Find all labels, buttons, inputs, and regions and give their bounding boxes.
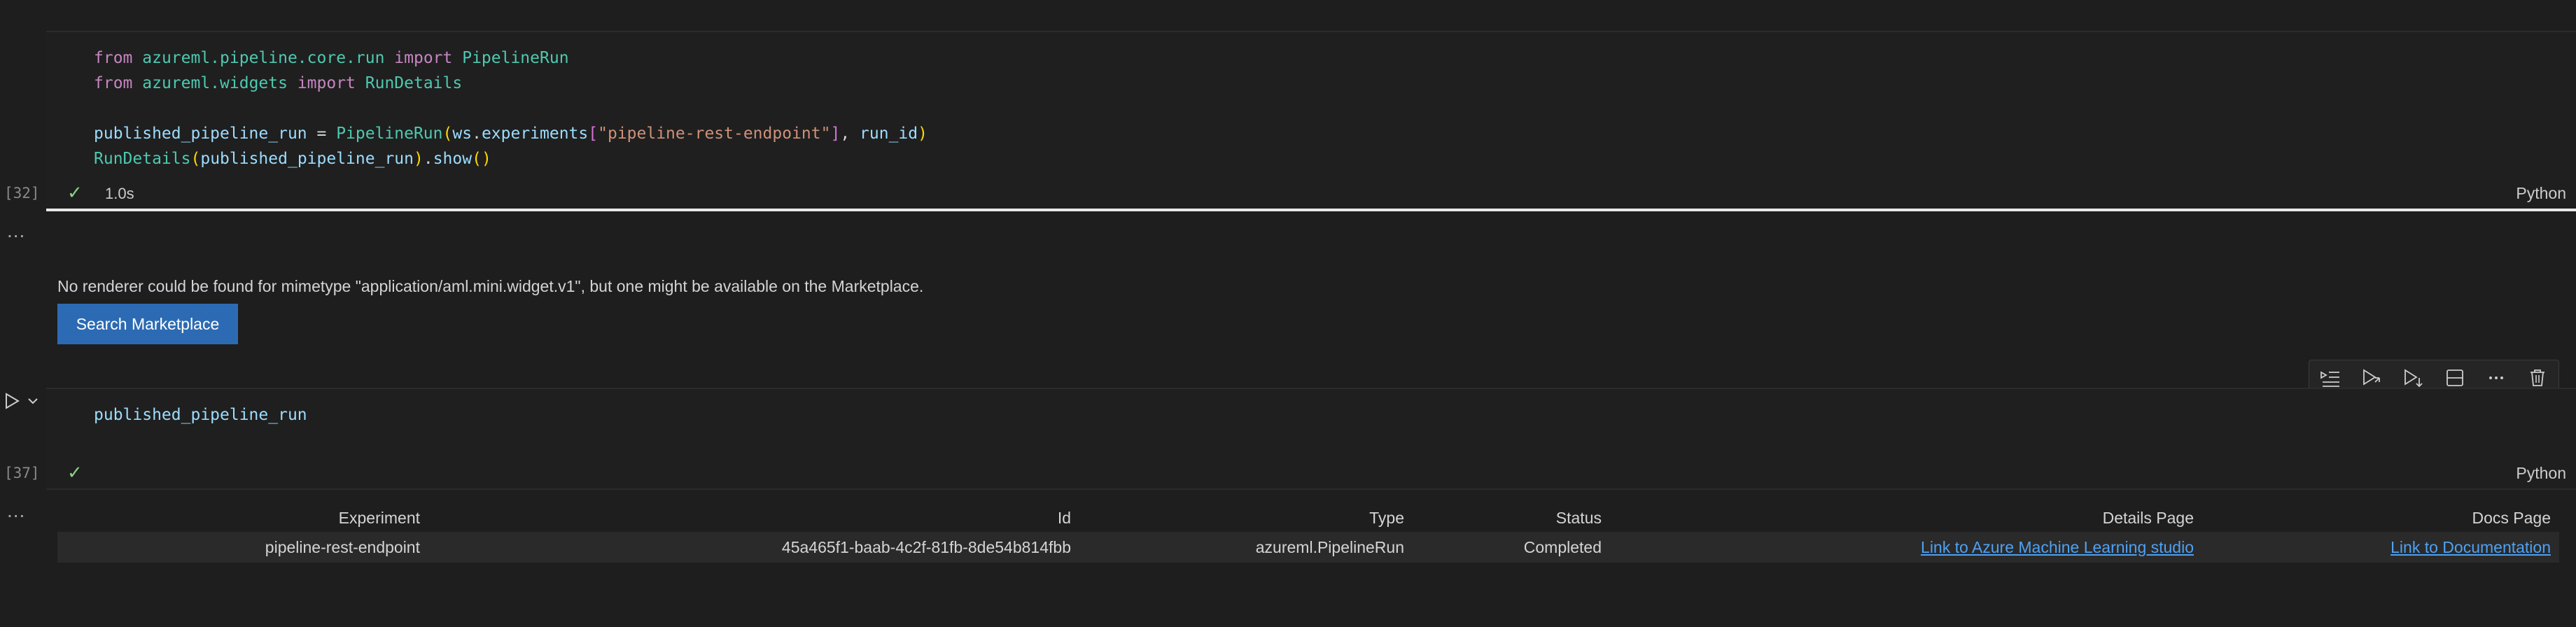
code-token: azureml.widgets (142, 74, 298, 92)
cell-1-execution-time: 1.0s (105, 185, 134, 202)
code-token: ( (190, 150, 201, 168)
output-2-more-icon[interactable]: ... (7, 500, 25, 522)
code-token: ws (452, 125, 472, 143)
code-line: from azureml.widgets import RunDetails (94, 71, 927, 96)
code-token: . (472, 125, 482, 143)
code-token: azureml.pipeline.core.run (142, 49, 395, 67)
cell-focus-indicator (46, 209, 2576, 211)
code-token: from (94, 49, 143, 67)
code-token: import (394, 49, 463, 67)
code-token: RunDetails (365, 74, 463, 92)
cell-1-code-editor[interactable]: from azureml.pipeline.core.run import Pi… (94, 45, 927, 171)
search-marketplace-button[interactable]: Search Marketplace (57, 304, 238, 344)
column-header-experiment: Experiment (338, 508, 420, 527)
code-token: [ (588, 125, 598, 143)
code-token: () (472, 150, 491, 168)
code-token: import (297, 74, 365, 92)
code-token: . (423, 150, 433, 168)
code-cell-2[interactable] (46, 388, 2576, 490)
cell-1-execution-count: [32] (4, 185, 40, 202)
code-token: run_id (860, 125, 918, 143)
cell-id: 45a465f1-baab-4c2f-81fb-8de54b814fbb (781, 537, 1071, 556)
code-token: = (307, 125, 337, 143)
cell-docs-page: Link to Documentation (2202, 532, 2559, 563)
column-header-type: Type (1369, 508, 1404, 527)
success-check-icon: ✓ (67, 182, 83, 203)
success-check-icon: ✓ (67, 462, 83, 483)
table-header-row: Experiment Id Type Status Details Page D… (57, 504, 2559, 532)
code-token: ) (918, 125, 927, 143)
code-token: PipelineRun (336, 125, 443, 143)
output-1-more-icon[interactable]: ... (7, 220, 25, 242)
code-line: published_pipeline_run = PipelineRun(ws.… (94, 121, 927, 146)
code-token: RunDetails (94, 150, 191, 168)
run-cell-icon[interactable] (3, 392, 21, 410)
table-row: pipeline-rest-endpoint 45a465f1-baab-4c2… (57, 532, 2559, 563)
code-token: published_pipeline_run (200, 150, 414, 168)
code-token: show (433, 150, 472, 168)
cell-2-code-text: published_pipeline_run (94, 406, 307, 424)
code-token: ] (830, 125, 841, 143)
cell-details-page: Link to Azure Machine Learning studio (1610, 532, 2202, 563)
cell-experiment: pipeline-rest-endpoint (265, 537, 420, 556)
pipeline-run-table: Experiment Id Type Status Details Page D… (57, 504, 2559, 563)
azure-ml-studio-link[interactable]: Link to Azure Machine Learning studio (1921, 538, 2194, 556)
cell-2-code-editor[interactable]: published_pipeline_run (94, 402, 307, 428)
column-header-status: Status (1555, 508, 1602, 527)
cell-2-language-label[interactable]: Python (2516, 464, 2566, 483)
column-header-docs-page: Docs Page (2472, 508, 2551, 527)
code-token: ) (413, 150, 424, 168)
documentation-link[interactable]: Link to Documentation (2390, 538, 2551, 556)
column-header-id: Id (1057, 508, 1071, 527)
cell-type: azureml.PipelineRun (1255, 537, 1404, 556)
code-token: PipelineRun (462, 49, 569, 67)
code-line: from azureml.pipeline.core.run import Pi… (94, 45, 927, 71)
cell-2-execution-count: [37] (4, 465, 40, 481)
code-token: experiments (481, 125, 589, 143)
code-token: , (840, 125, 860, 143)
code-token: from (94, 74, 143, 92)
cell-status: Completed (1523, 537, 1602, 556)
cell-1-language-label[interactable]: Python (2516, 184, 2566, 203)
code-token: published_pipeline_run (94, 125, 307, 143)
code-token: ( (442, 125, 453, 143)
run-options-chevron-down-icon[interactable] (27, 395, 39, 407)
code-line: RunDetails(published_pipeline_run).show(… (94, 146, 927, 171)
renderer-missing-message: No renderer could be found for mimetype … (57, 277, 924, 295)
code-token: "pipeline-rest-endpoint" (598, 125, 831, 143)
column-header-details-page: Details Page (2102, 508, 2194, 527)
